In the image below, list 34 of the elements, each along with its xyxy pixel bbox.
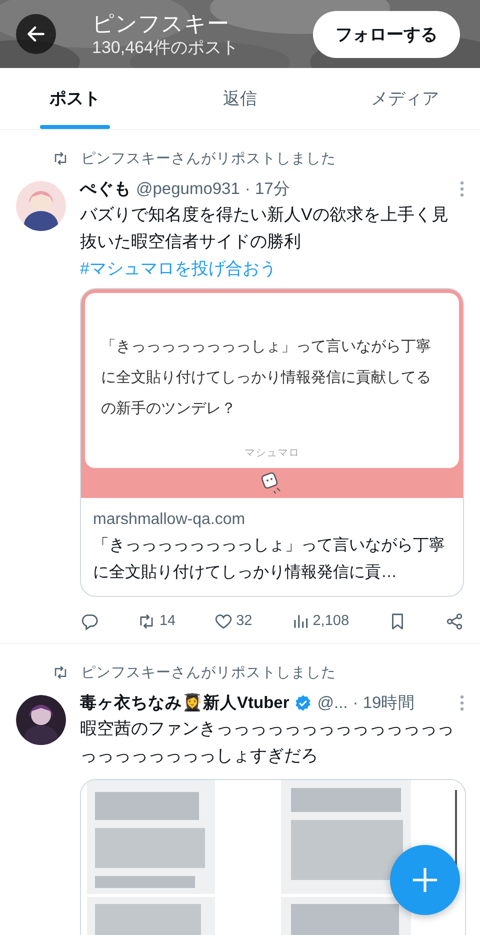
user-handle: @pegumo931 [136, 180, 240, 198]
share-icon [445, 612, 464, 630]
quote-text: 「きっっっっっっっっしょ」って言いながら丁寧に全文貼り付けてしっかり情報発信に貢献してるの新手のツンデレ？ [101, 337, 432, 419]
repost-note: ピンフスキーさんがリポストしました [81, 150, 336, 168]
tab[interactable]: 返信 [150, 68, 330, 129]
repost-icon [52, 150, 69, 166]
avatar [16, 695, 66, 745]
plus-icon [411, 866, 439, 894]
author-name[interactable]: 毒ヶ衣ちなみ👩‍🎓新人Vtuber [80, 692, 290, 714]
repost-note: ピンフスキーさんがリポストしました [81, 664, 336, 682]
tab[interactable]: ポスト [0, 68, 150, 129]
avatar [16, 181, 66, 231]
repost-icon [52, 664, 69, 680]
link-title: 「きっっっっっっっっしょ」って言いながら丁寧に全文貼り付けてしっかり情報発信に貢… [93, 536, 446, 583]
brand-label: マシュマロ [244, 446, 300, 460]
repost-button[interactable]: 14 [137, 612, 176, 630]
link-domain: marshmallow-qa.com [93, 510, 246, 530]
author-name[interactable]: ぺぐも [80, 178, 131, 200]
post-text: バズりで知名度を得たい新人Vの欲求を上手く見抜いた暇空信者サイドの勝利 [80, 204, 450, 253]
post-time: · 19時間 [352, 693, 416, 714]
reply-button[interactable] [80, 612, 99, 630]
reply-icon [80, 612, 99, 630]
heart-icon [214, 612, 234, 630]
user-handle: @... [317, 694, 348, 712]
link-card[interactable]: 「きっっっっっっっっしょ」って言いながら丁寧に全文貼り付けてしっかり情報発信に貢献してるの新手のツンデレ？ マシュマロ marshmallow-qa.com 「きっっっっっっっっしょ」って言いながら丁寧に全文貼り付けてしっかり情報発信に貢… [80, 288, 464, 597]
views-button[interactable]: 2,108 [290, 612, 350, 630]
tab[interactable]: メディア [330, 68, 480, 129]
post-count: 130,464件のポスト [92, 36, 238, 58]
post-time: · 17分 [244, 179, 290, 200]
profile-name: ピンフスキー [92, 10, 229, 36]
share-button[interactable] [445, 612, 464, 630]
like-button[interactable]: 32 [214, 612, 252, 630]
post-text: 暇空茜のファンきっっっっっっっっっっっっっっっっっっっっっっしょすぎだろ [80, 718, 455, 767]
follow-button[interactable]: フォローする [313, 10, 460, 58]
